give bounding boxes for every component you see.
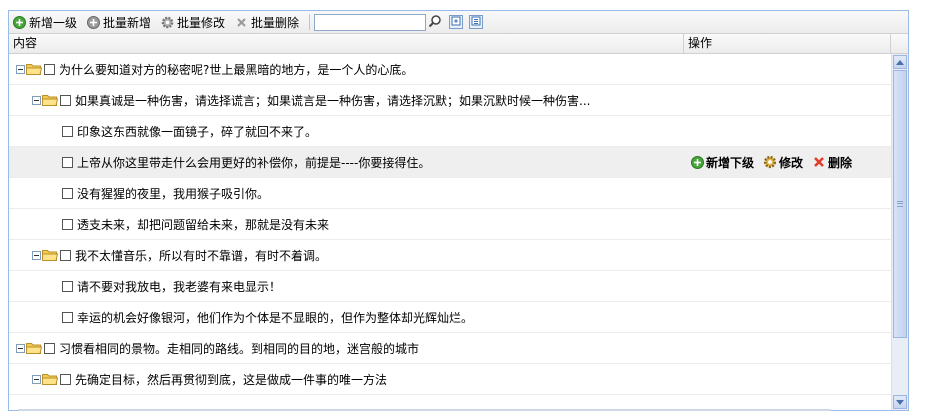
folder-open-icon bbox=[42, 249, 59, 261]
grid-header: 内容 操作 bbox=[9, 34, 908, 54]
row-text: 请不要对我放电，我老婆有来电显示！ bbox=[77, 279, 282, 294]
tree-cell: 幸运的机会好像银河，他们作为个体是不显眼的，但作为整体却光辉灿烂。 bbox=[9, 309, 737, 326]
grid-body: 为什么要知道对方的秘密呢?世上最黑暗的地方，是一个人的心底。如果真诚是一种伤害，… bbox=[9, 54, 908, 410]
tree-cell: 透支未来，却把问题留给未来，那就是没有未来 bbox=[9, 216, 737, 233]
row-checkbox[interactable] bbox=[44, 63, 55, 75]
tree-cell: 我不太懂音乐，所以有时不靠谱，有时不着调。 bbox=[9, 247, 706, 264]
row-checkbox[interactable] bbox=[62, 218, 73, 230]
collapse-toggle-icon[interactable] bbox=[31, 374, 41, 384]
scrollbar-thumb[interactable] bbox=[893, 70, 907, 338]
tree-grid: 新增一级 批量新增 批量修改 批量删除 内容 操作 为什么要知道对方的秘密呢?世… bbox=[8, 10, 909, 411]
collapse-toggle-icon[interactable] bbox=[15, 64, 25, 74]
delete-icon bbox=[812, 155, 826, 169]
row-text: 印象这东西就像一面镜子，碎了就回不来了。 bbox=[77, 124, 318, 139]
batch-delete-label: 批量删除 bbox=[251, 15, 300, 30]
row-checkbox[interactable] bbox=[62, 156, 73, 168]
batch-add-label: 批量新增 bbox=[103, 15, 152, 30]
row-text: 幸运的机会好像银河，他们作为个体是不显眼的，但作为整体却光辉灿烂。 bbox=[77, 310, 474, 325]
tree-cell: 习惯看相同的景物。走相同的路线。到相同的目的地，迷宫般的城市 bbox=[9, 340, 690, 357]
table-row[interactable]: 习惯看相同的景物。走相同的路线。到相同的目的地，迷宫般的城市 bbox=[9, 333, 891, 364]
tree-cell: 请不要对我放电，我老婆有来电显示！ bbox=[9, 278, 737, 295]
row-checkbox[interactable] bbox=[60, 373, 71, 385]
toolbar: 新增一级 批量新增 批量修改 批量删除 bbox=[9, 11, 908, 34]
row-checkbox[interactable] bbox=[60, 94, 71, 106]
row-text: 没有猩猩的夜里，我用猴子吸引你。 bbox=[77, 186, 270, 201]
row-text: 如果真诚是一种伤害，请选择谎言；如果谎言是一种伤害，请选择沉默；如果沉默时候一种… bbox=[75, 93, 591, 108]
row-checkbox[interactable] bbox=[62, 187, 73, 199]
add-child-button[interactable]: 新增下级 bbox=[690, 154, 754, 171]
tree-cell: 没有猩猩的夜里，我用猴子吸引你。 bbox=[9, 185, 737, 202]
row-text: 透支未来，却把问题留给未来，那就是没有未来 bbox=[77, 217, 330, 232]
folder-open-icon bbox=[42, 373, 59, 385]
batch-edit-button[interactable]: 批量修改 bbox=[161, 14, 225, 31]
search-icon bbox=[428, 14, 442, 31]
table-row[interactable]: 我不太懂音乐，所以有时不靠谱，有时不着调。 bbox=[9, 240, 891, 271]
table-row[interactable]: 透支未来，却把问题留给未来，那就是没有未来 bbox=[9, 209, 891, 240]
table-row[interactable]: 上帝从你这里带走什么会用更好的补偿你，前提是----你要接得住。 新增下级 修改 删除 bbox=[9, 147, 891, 178]
collapse-toggle-icon[interactable] bbox=[31, 95, 41, 105]
collapse-toggle-icon[interactable] bbox=[15, 343, 25, 353]
batch-add-button[interactable]: 批量新增 bbox=[87, 14, 151, 31]
search-button[interactable] bbox=[427, 14, 443, 30]
column-header-ops[interactable]: 操作 bbox=[684, 34, 891, 53]
row-text: 为什么要知道对方的秘密呢?世上最黑暗的地方，是一个人的心底。 bbox=[59, 62, 414, 77]
tree-rows: 为什么要知道对方的秘密呢?世上最黑暗的地方，是一个人的心底。如果真诚是一种伤害，… bbox=[9, 54, 891, 395]
row-checkbox[interactable] bbox=[62, 311, 73, 323]
toolbar-divider bbox=[309, 14, 311, 30]
tree-cell: 如果真诚是一种伤害，请选择谎言；如果谎言是一种伤害，请选择沉默；如果沉默时候一种… bbox=[9, 92, 706, 109]
list-icon bbox=[471, 15, 481, 29]
add-icon bbox=[690, 155, 704, 169]
folder-open-icon bbox=[42, 94, 59, 106]
table-row[interactable]: 为什么要知道对方的秘密呢?世上最黑暗的地方，是一个人的心底。 bbox=[9, 54, 891, 85]
delete-label: 删除 bbox=[828, 155, 853, 170]
gear-icon bbox=[161, 16, 174, 29]
row-checkbox[interactable] bbox=[62, 280, 73, 292]
column-header-content[interactable]: 内容 bbox=[9, 34, 684, 53]
collapse-all-button[interactable] bbox=[469, 15, 484, 29]
tree-cell: 印象这东西就像一面镜子，碎了就回不来了。 bbox=[9, 123, 737, 140]
expand-all-icon bbox=[451, 15, 461, 29]
tree-cell: 先确定目标，然后再贯彻到底，这是做成一件事的唯一方法 bbox=[9, 371, 706, 388]
row-text: 我不太懂音乐，所以有时不靠谱，有时不着调。 bbox=[75, 248, 328, 263]
vertical-scrollbar[interactable] bbox=[891, 54, 908, 410]
row-actions: 新增下级 修改 删除 bbox=[690, 154, 861, 171]
gear-icon bbox=[763, 155, 777, 169]
scroll-up-button[interactable] bbox=[893, 55, 907, 69]
scroll-down-button[interactable] bbox=[893, 395, 907, 409]
bottom-divider bbox=[18, 409, 831, 411]
batch-delete-button[interactable]: 批量删除 bbox=[235, 14, 299, 31]
add-child-label: 新增下级 bbox=[706, 155, 755, 170]
row-text: 上帝从你这里带走什么会用更好的补偿你，前提是----你要接得住。 bbox=[77, 155, 431, 170]
table-row[interactable]: 幸运的机会好像银河，他们作为个体是不显眼的，但作为整体却光辉灿烂。 bbox=[9, 302, 891, 333]
folder-open-icon bbox=[26, 342, 43, 354]
close-icon bbox=[235, 16, 248, 29]
delete-button[interactable]: 删除 bbox=[812, 154, 852, 171]
table-row[interactable]: 如果真诚是一种伤害，请选择谎言；如果谎言是一种伤害，请选择沉默；如果沉默时候一种… bbox=[9, 85, 891, 116]
add-icon bbox=[13, 15, 26, 29]
folder-open-icon bbox=[26, 63, 43, 75]
tree-cell: 为什么要知道对方的秘密呢?世上最黑暗的地方，是一个人的心底。 bbox=[9, 61, 690, 78]
grip-icon bbox=[897, 201, 903, 207]
collapse-toggle-icon[interactable] bbox=[31, 250, 41, 260]
table-row[interactable]: 先确定目标，然后再贯彻到底，这是做成一件事的唯一方法 bbox=[9, 364, 891, 395]
search-input[interactable] bbox=[314, 13, 427, 31]
row-checkbox[interactable] bbox=[62, 125, 73, 137]
row-checkbox[interactable] bbox=[44, 342, 55, 354]
edit-label: 修改 bbox=[779, 155, 804, 170]
row-text: 先确定目标，然后再贯彻到底，这是做成一件事的唯一方法 bbox=[75, 372, 388, 387]
add-root-button[interactable]: 新增一级 bbox=[13, 14, 77, 31]
row-checkbox[interactable] bbox=[60, 249, 71, 261]
row-text: 习惯看相同的景物。走相同的路线。到相同的目的地，迷宫般的城市 bbox=[59, 341, 420, 356]
expand-all-button[interactable] bbox=[449, 15, 464, 29]
table-row[interactable]: 印象这东西就像一面镜子，碎了就回不来了。 bbox=[9, 116, 891, 147]
add-root-label: 新增一级 bbox=[29, 15, 78, 30]
edit-button[interactable]: 修改 bbox=[763, 154, 803, 171]
table-row[interactable]: 没有猩猩的夜里，我用猴子吸引你。 bbox=[9, 178, 891, 209]
table-row[interactable]: 请不要对我放电，我老婆有来电显示！ bbox=[9, 271, 891, 302]
tree-cell: 上帝从你这里带走什么会用更好的补偿你，前提是----你要接得住。 bbox=[9, 154, 737, 171]
batch-edit-label: 批量修改 bbox=[177, 15, 226, 30]
batch-add-icon bbox=[87, 15, 101, 29]
